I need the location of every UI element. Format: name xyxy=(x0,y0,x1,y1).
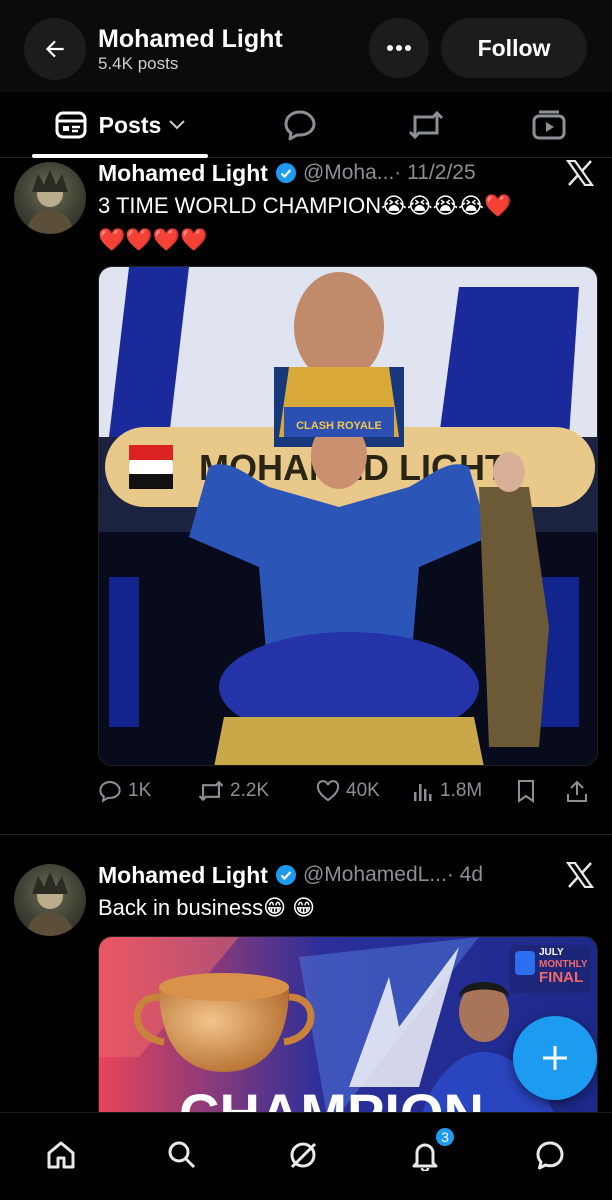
repost-count: 2.2K xyxy=(230,780,270,801)
profile-tabs: Posts xyxy=(0,92,612,158)
share-icon xyxy=(567,780,587,802)
profile-header: Mohamed Light 5.4K posts Follow xyxy=(0,0,612,92)
like-button[interactable]: 40K xyxy=(316,780,412,802)
bookmark-icon xyxy=(518,780,534,803)
views-icon xyxy=(414,784,432,801)
like-count: 40K xyxy=(346,780,380,801)
author-name[interactable]: Mohamed Light xyxy=(98,160,268,187)
more-options-button[interactable] xyxy=(369,18,429,78)
views-button[interactable]: 1.8M xyxy=(412,780,516,802)
crown-text: CLASH ROYALE xyxy=(296,420,382,432)
chevron-down-icon xyxy=(169,120,186,130)
tweet-text-line: ❤️❤️❤️❤️ xyxy=(98,227,208,252)
author-name[interactable]: Mohamed Light xyxy=(98,862,268,889)
tweet-text: 3 TIME WORLD CHAMPION😭😭😭😭❤️ ❤️❤️❤️❤️ xyxy=(98,189,588,257)
verified-badge-icon xyxy=(275,163,296,183)
bookmark-button[interactable] xyxy=(516,779,566,803)
back-button[interactable] xyxy=(24,18,86,80)
arrow-left-icon xyxy=(45,40,64,58)
repost-icon xyxy=(198,780,224,802)
reply-button[interactable]: 1K xyxy=(98,780,198,802)
tweet-image[interactable]: MOHAMED LIGHT CLASH ROYALE xyxy=(98,266,598,766)
comment-icon xyxy=(99,781,121,802)
media-badge-line: FINAL xyxy=(539,969,583,986)
x-logo-icon xyxy=(566,160,594,186)
nav-home[interactable] xyxy=(37,1131,85,1179)
tab-replies[interactable] xyxy=(270,92,330,158)
video-icon xyxy=(532,110,566,140)
search-icon xyxy=(168,1141,196,1169)
repost-icon xyxy=(408,110,444,140)
ellipsis-icon xyxy=(387,45,411,51)
media-badge-line: JULY xyxy=(539,947,564,958)
compose-button[interactable] xyxy=(513,1016,597,1100)
profile-name: Mohamed Light xyxy=(98,25,283,53)
x-logo-icon xyxy=(566,862,594,888)
author-handle[interactable]: @MohamedL... xyxy=(303,863,447,887)
follow-button[interactable]: Follow xyxy=(441,18,587,78)
comment-icon xyxy=(284,110,316,141)
repost-button[interactable]: 2.2K xyxy=(198,780,316,802)
avatar[interactable] xyxy=(14,162,86,234)
reply-count: 1K xyxy=(128,780,152,801)
tweet-divider xyxy=(0,834,612,835)
tweet[interactable]: Mohamed Light @Moha... · 11/2/25 3 TIME … xyxy=(0,158,612,834)
feed-icon xyxy=(55,111,87,139)
share-button[interactable] xyxy=(566,779,596,803)
tweet-text: Back in business😁 😁 xyxy=(98,895,316,920)
notification-badge: 3 xyxy=(434,1126,456,1148)
nav-messages[interactable] xyxy=(526,1131,574,1179)
tweet-actions: 1K 2.2K 40K 1.8M xyxy=(98,776,598,806)
bottom-navigation xyxy=(0,1112,612,1200)
nav-search[interactable] xyxy=(158,1131,206,1179)
grok-icon xyxy=(290,1142,317,1169)
plus-icon xyxy=(543,1046,567,1070)
tweet-text-line: 3 TIME WORLD CHAMPION😭😭😭😭❤️ xyxy=(98,193,512,218)
author-handle[interactable]: @Moha... xyxy=(303,161,394,185)
chat-icon xyxy=(536,1141,564,1170)
avatar[interactable] xyxy=(14,864,86,936)
post-count: 5.4K posts xyxy=(98,54,179,73)
view-count: 1.8M xyxy=(440,780,483,801)
post-time[interactable]: · 4d xyxy=(447,863,483,887)
heart-icon xyxy=(316,780,340,802)
home-icon xyxy=(47,1141,75,1169)
tab-posts-label: Posts xyxy=(98,111,162,138)
tab-reposts[interactable] xyxy=(396,92,456,158)
tab-posts[interactable]: Posts xyxy=(32,92,208,158)
nav-grok[interactable] xyxy=(279,1131,327,1179)
tab-media[interactable] xyxy=(519,92,579,158)
verified-badge-icon xyxy=(275,865,296,885)
post-time[interactable]: · 11/2/25 xyxy=(394,161,475,185)
